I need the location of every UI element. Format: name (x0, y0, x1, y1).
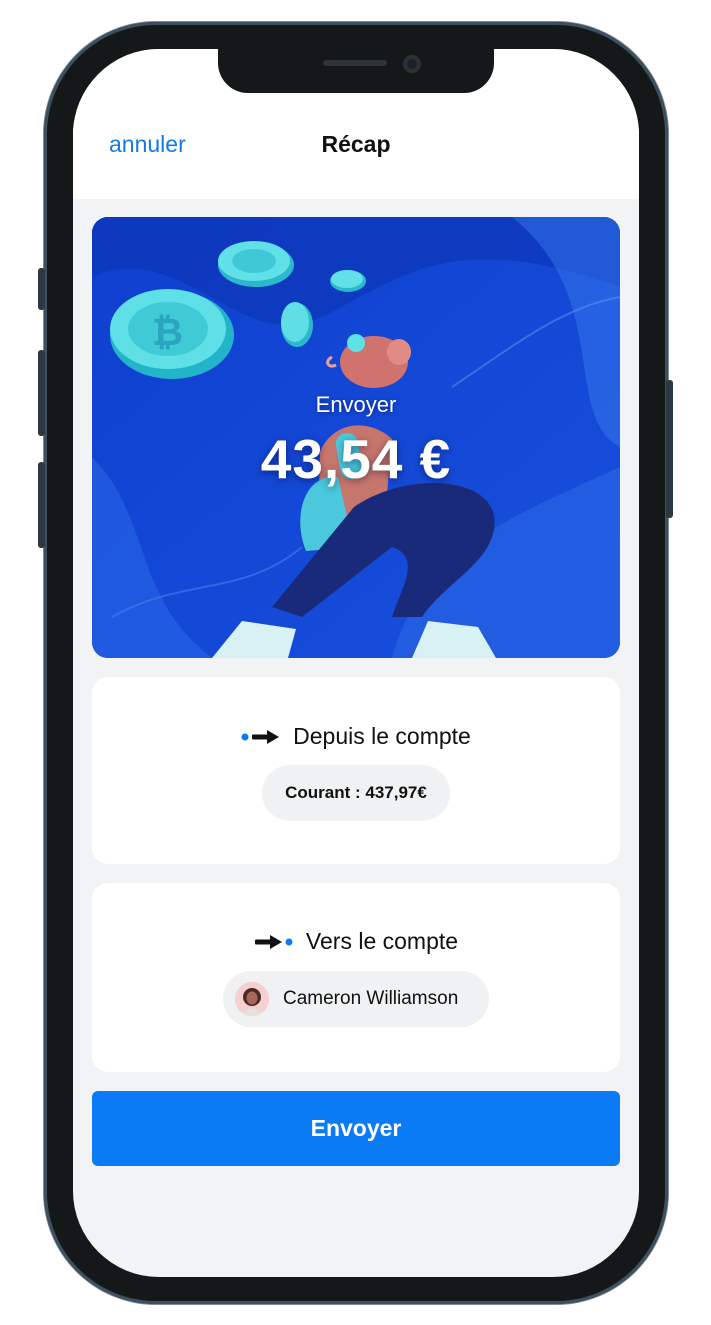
from-account-card: Depuis le compte Courant : 437,97€ (92, 677, 620, 864)
notch (218, 49, 494, 93)
to-account-title: Vers le compte (305, 928, 459, 954)
silent-switch (38, 268, 45, 310)
send-button[interactable]: Envoyer (92, 1091, 620, 1166)
power-button (666, 380, 673, 518)
source-account-pill[interactable]: Courant : 437,97€ (262, 765, 450, 821)
volume-up-button (38, 350, 45, 436)
transfer-amount: 43,54 € (260, 428, 452, 490)
dot-arrow-out-icon (241, 729, 281, 745)
to-account-card: Vers le compte Cameron Williamson (92, 883, 620, 1072)
page-title: Récap (321, 131, 391, 157)
from-account-header: Depuis le compte (92, 723, 620, 750)
svg-text:₿: ₿ (152, 310, 183, 354)
to-account-header: Vers le compte (92, 928, 620, 955)
front-camera (403, 55, 421, 73)
hero-action-label: Envoyer (315, 392, 397, 417)
arrow-dot-in-icon (254, 934, 294, 950)
recipient-name: Cameron Williamson (283, 988, 459, 1009)
recipient-avatar (235, 982, 269, 1016)
app-screen: annuler Récap ₿ Envoyer 43,54 € Depuis l… (73, 49, 639, 1277)
speaker-grille (323, 60, 387, 66)
volume-down-button (38, 462, 45, 548)
from-account-title: Depuis le compte (293, 723, 471, 749)
recipient-pill[interactable]: Cameron Williamson (223, 971, 489, 1027)
amount-hero-card: ₿ Envoyer 43,54 € (92, 217, 620, 658)
